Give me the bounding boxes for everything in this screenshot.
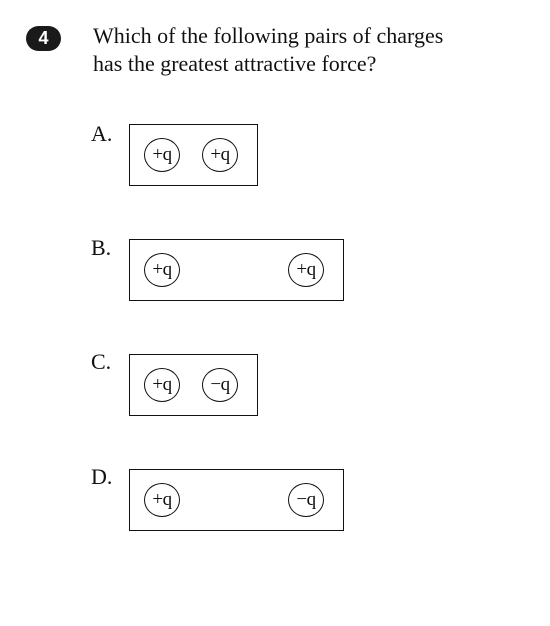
question-line-1: Which of the following pairs of charges [93,23,444,48]
option-b-left-charge: +q [144,253,180,287]
question-line-2: has the greatest attractive force? [93,51,377,76]
option-b-box[interactable]: +q +q [129,239,344,301]
option-a-left-charge: +q [144,138,180,172]
option-d-right-charge: −q [288,483,324,517]
option-b-letter: B. [91,235,112,260]
option-a-letter: A. [91,121,113,146]
question-text: Which of the following pairs of charges … [93,22,443,78]
option-d-left-charge: +q [144,483,180,517]
option-a-box[interactable]: +q +q [129,124,258,186]
option-c-right-charge: −q [202,368,238,402]
option-b-right-charge: +q [288,253,324,287]
option-c-letter: C. [91,349,112,374]
option-a-right-charge: +q [202,138,238,172]
option-c-left-charge: +q [144,368,180,402]
option-d-letter: D. [91,464,113,489]
question-number-badge: 4 [26,26,61,51]
option-c-box[interactable]: +q −q [129,354,258,416]
option-d-box[interactable]: +q −q [129,469,344,531]
